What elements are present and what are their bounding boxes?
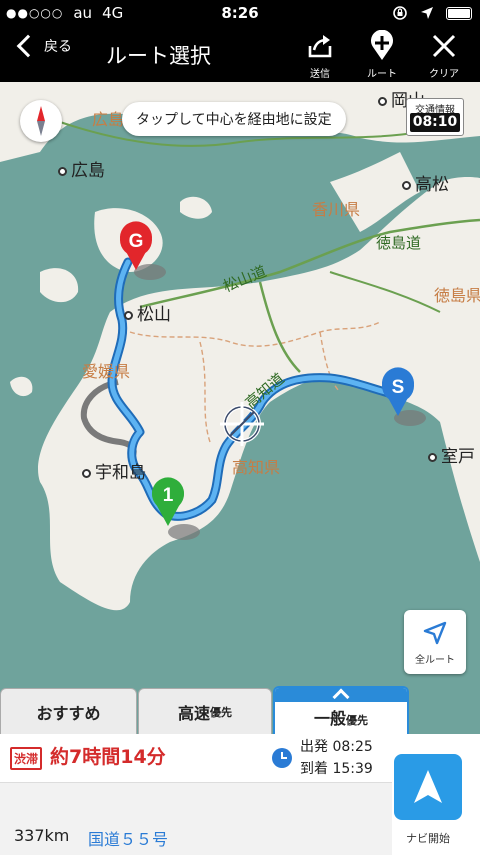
route-map[interactable]: G S 1 岡山 広島 高松 松山 宇和島 室戸 広島県 香川県 徳島県 愛媛県…	[0, 82, 480, 686]
location-icon	[421, 7, 433, 19]
clock-icon	[272, 748, 292, 768]
tab-suffix: 優先	[346, 714, 368, 727]
route-duration: 約7時間14分	[50, 746, 166, 768]
route-info-panel: 渋滞 約7時間14分 出発 08:25 到着 15:39 337km 国道５５号…	[0, 734, 480, 855]
hint-bubble: タップして中心を経由地に設定	[122, 102, 346, 136]
city-matsuyama: 松山	[124, 300, 171, 325]
navigation-arrow-icon	[423, 621, 447, 644]
city-takamatsu: 高松	[402, 170, 449, 195]
route-road-name: 国道５５号	[88, 830, 169, 849]
traffic-info-badge[interactable]: 交通情報 08:10	[406, 98, 464, 136]
tab-local-road[interactable]: 一般優先	[273, 686, 409, 734]
tab-highway[interactable]: 高速 優先	[138, 688, 272, 734]
pref-kochi: 高知県	[232, 458, 281, 477]
compass-button[interactable]	[20, 100, 62, 142]
close-icon	[432, 34, 456, 58]
tab-label: おすすめ	[36, 703, 101, 723]
clear-label: クリア	[429, 69, 459, 80]
nav-bar: 戻る ルート選択 送信 ルート クリア	[0, 26, 480, 82]
traffic-info-time: 08:10	[410, 113, 460, 132]
add-waypoint-icon	[371, 30, 393, 60]
chevron-left-icon	[16, 34, 40, 58]
tab-label: 高速	[177, 703, 210, 723]
page-title: ルート選択	[106, 44, 211, 68]
route-type-tabs: おすすめ 高速 優先 一般優先	[0, 686, 480, 734]
clear-button[interactable]: クリア	[422, 30, 466, 80]
pref-ehime: 愛媛県	[82, 362, 131, 381]
battery-icon	[446, 6, 472, 20]
all-route-button[interactable]: 全ルート	[404, 610, 466, 674]
city-dot-icon	[58, 166, 67, 176]
city-muroto: 室戸	[428, 442, 475, 467]
send-button[interactable]: 送信	[298, 30, 342, 80]
city-uwajima: 宇和島	[82, 458, 146, 483]
waypoint-marker-label: 1	[163, 485, 174, 506]
start-navigation-button[interactable]	[394, 754, 462, 820]
arrive-label: 到着	[300, 761, 328, 777]
add-route-button[interactable]: ルート	[360, 30, 404, 80]
status-bar: ●●○○○ au 4G 8:26	[0, 0, 480, 26]
back-label: 戻る	[44, 39, 72, 55]
tab-recommended[interactable]: おすすめ	[0, 688, 137, 734]
city-dot-icon	[378, 96, 387, 106]
tab-label: 一般	[313, 709, 346, 728]
route-label: ルート	[367, 69, 397, 80]
start-marker-label: S	[392, 377, 405, 398]
pref-tokushima: 徳島県	[434, 286, 480, 305]
city-dot-icon	[402, 180, 411, 190]
city-dot-icon	[82, 468, 91, 478]
tab-suffix: 優先	[210, 705, 232, 719]
send-label: 送信	[310, 69, 330, 80]
city-hiroshima: 広島	[58, 156, 105, 181]
back-button[interactable]: 戻る	[14, 34, 72, 58]
arrive-time: 15:39	[332, 761, 373, 777]
depart-label: 出発	[300, 739, 328, 755]
navigation-arrow-icon	[414, 770, 442, 803]
pref-kagawa: 香川県	[312, 200, 361, 219]
goal-marker-label: G	[129, 231, 144, 252]
city-dot-icon	[124, 310, 133, 320]
share-icon	[308, 35, 332, 58]
traffic-jam-badge: 渋滞	[10, 747, 43, 770]
start-navigation-label: ナビ開始	[406, 832, 450, 845]
city-dot-icon	[428, 452, 437, 462]
road-tokushima-expressway: 徳島道	[376, 234, 422, 252]
rotation-lock-icon	[393, 6, 407, 20]
compass-icon	[37, 106, 45, 136]
route-distance: 337km	[14, 826, 70, 845]
route-times: 出発 08:25 到着 15:39	[300, 736, 373, 780]
all-route-label: 全ルート	[415, 654, 455, 666]
depart-time: 08:25	[332, 739, 373, 755]
start-marker[interactable]: S	[381, 367, 414, 416]
